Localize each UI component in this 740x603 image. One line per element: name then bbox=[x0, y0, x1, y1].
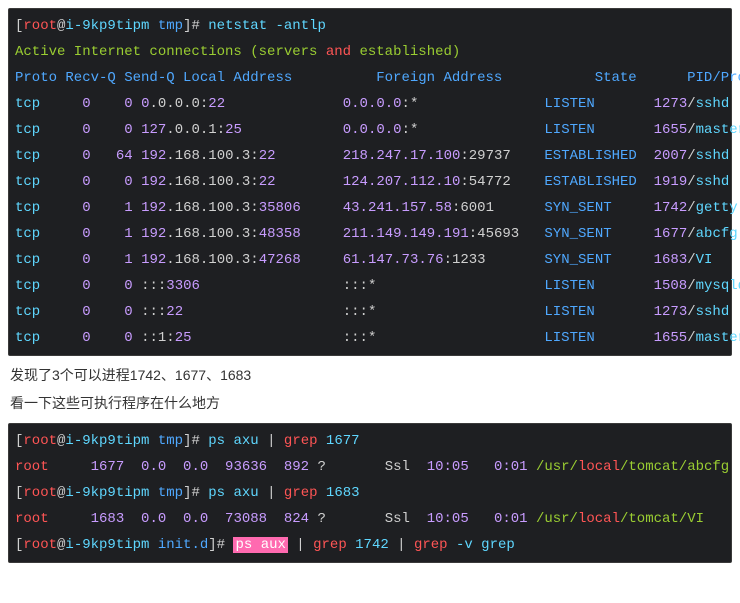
netstat-row: tcp 0 0 :::22 :::* LISTEN 1273/sshd bbox=[15, 299, 725, 325]
prompt-line-3: [root@i-9kp9tipm tmp]# ps axu | grep 168… bbox=[15, 480, 725, 506]
netstat-header: Proto Recv-Q Send-Q Local Address Foreig… bbox=[15, 65, 725, 91]
prompt-line-2: [root@i-9kp9tipm tmp]# ps axu | grep 167… bbox=[15, 428, 725, 454]
prompt-line-4: [root@i-9kp9tipm init.d]# ps aux | grep … bbox=[15, 532, 725, 558]
note-check-location: 看一下这些可执行程序在什么地方 bbox=[10, 392, 730, 414]
netstat-rows: tcp 0 0 0.0.0.0:22 0.0.0.0:* LISTEN 1273… bbox=[15, 91, 725, 351]
netstat-row: tcp 0 0 0.0.0.0:22 0.0.0.0:* LISTEN 1273… bbox=[15, 91, 725, 117]
terminal-netstat: [root@i-9kp9tipm tmp]# netstat -antlp Ac… bbox=[8, 8, 732, 356]
netstat-row: tcp 0 0 :::3306 :::* LISTEN 1508/mysqld bbox=[15, 273, 725, 299]
active-connections-line: Active Internet connections (servers and… bbox=[15, 39, 725, 65]
netstat-cmd: netstat -antlp bbox=[208, 18, 326, 34]
note-found-procs: 发现了3个可以进程1742、1677、1683 bbox=[10, 364, 730, 386]
netstat-row: tcp 0 64 192.168.100.3:22 218.247.17.100… bbox=[15, 143, 725, 169]
netstat-row: tcp 0 1 192.168.100.3:48358 211.149.149.… bbox=[15, 221, 725, 247]
ps-output-1683: root 1683 0.0 0.0 73088 824 ? Ssl 10:05 … bbox=[15, 506, 725, 532]
terminal-ps: [root@i-9kp9tipm tmp]# ps axu | grep 167… bbox=[8, 423, 732, 563]
prompt-line-1: [root@i-9kp9tipm tmp]# netstat -antlp bbox=[15, 13, 725, 39]
netstat-row: tcp 0 0 127.0.0.1:25 0.0.0.0:* LISTEN 16… bbox=[15, 117, 725, 143]
ps-output-1677: root 1677 0.0 0.0 93636 892 ? Ssl 10:05 … bbox=[15, 454, 725, 480]
netstat-row: tcp 0 0 192.168.100.3:22 124.207.112.10:… bbox=[15, 169, 725, 195]
netstat-row: tcp 0 0 ::1:25 :::* LISTEN 1655/master bbox=[15, 325, 725, 351]
netstat-row: tcp 0 1 192.168.100.3:47268 61.147.73.76… bbox=[15, 247, 725, 273]
netstat-row: tcp 0 1 192.168.100.3:35806 43.241.157.5… bbox=[15, 195, 725, 221]
